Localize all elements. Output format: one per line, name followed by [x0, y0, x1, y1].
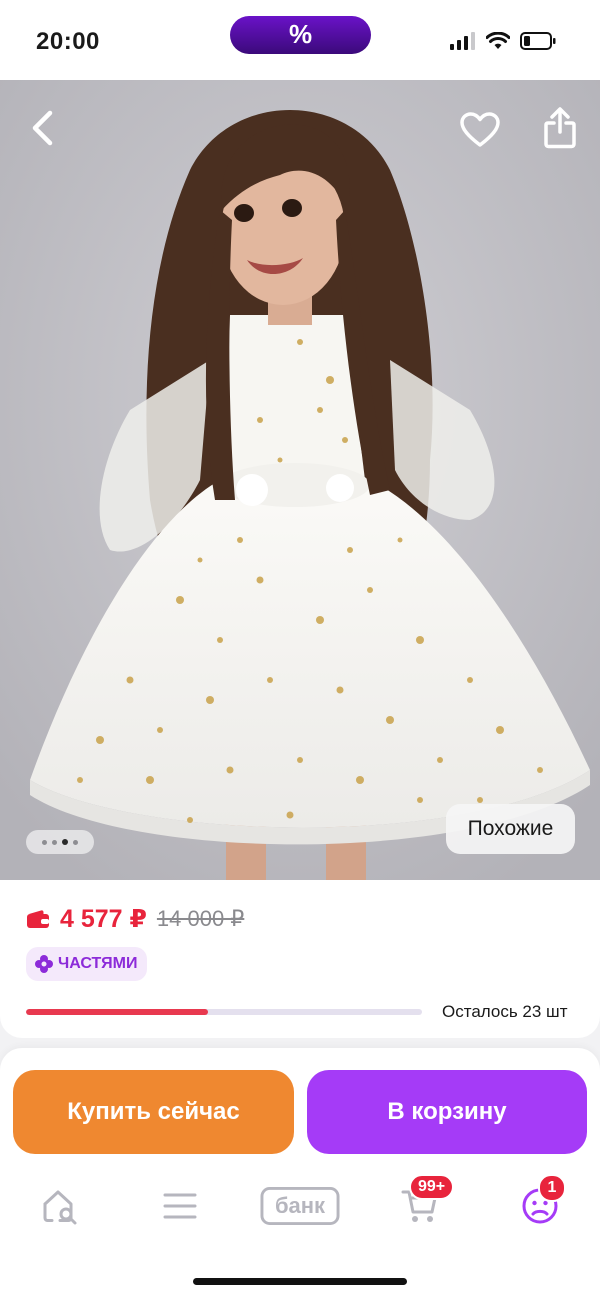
profile-notification-badge: 1 — [538, 1174, 566, 1202]
tab-cart[interactable]: 99+ — [380, 1174, 460, 1236]
product-gallery[interactable]: Похожие — [0, 80, 600, 880]
carousel-dot — [73, 839, 78, 845]
status-time: 20:00 — [36, 28, 100, 55]
bottom-action-panel: Купить сейчас В корзину банк 99+ 1 — [0, 1048, 600, 1298]
tab-profile[interactable]: 1 — [500, 1174, 580, 1236]
back-button[interactable] — [22, 108, 62, 148]
share-button[interactable] — [538, 104, 582, 152]
wifi-icon — [486, 32, 510, 49]
product-info-card: 4 577 ₽ 14 000 ₽ ЧАСТЯМИ Осталось 23 шт — [0, 880, 600, 1038]
tab-bank[interactable]: банк — [260, 1176, 340, 1236]
chevron-left-icon — [32, 110, 53, 146]
tab-bar: банк 99+ 1 — [0, 1174, 600, 1236]
stock-remaining-label: Осталось 23 шт — [442, 1002, 568, 1021]
stock-progress-fill — [26, 1009, 209, 1015]
cart-count-badge: 99+ — [409, 1174, 455, 1200]
carousel-indicator — [26, 830, 94, 854]
carousel-dot — [42, 839, 47, 845]
menu-icon — [163, 1193, 197, 1219]
current-price: 4 577 ₽ — [60, 905, 147, 933]
share-icon — [544, 107, 576, 149]
battery-icon — [520, 32, 556, 50]
old-price: 14 000 ₽ — [156, 906, 245, 931]
signal-icon — [450, 32, 475, 50]
buy-now-button[interactable]: Купить сейчас — [13, 1070, 294, 1154]
tab-home[interactable] — [20, 1176, 100, 1236]
flower-icon — [35, 955, 53, 973]
favorite-button[interactable] — [458, 108, 502, 152]
price-row: 4 577 ₽ 14 000 ₽ — [26, 904, 244, 934]
heart-icon — [460, 112, 500, 147]
tab-bank-label: банк — [274, 1193, 326, 1218]
tab-catalog[interactable] — [140, 1176, 220, 1236]
carousel-dot — [62, 839, 68, 845]
carousel-dot — [52, 839, 57, 845]
home-search-icon — [43, 1190, 77, 1225]
installments-label: ЧАСТЯМИ — [58, 955, 138, 972]
home-indicator — [193, 1278, 407, 1285]
add-to-cart-button[interactable]: В корзину — [307, 1070, 587, 1154]
promo-badge[interactable]: % — [230, 16, 371, 54]
installments-badge[interactable]: ЧАСТЯМИ — [26, 947, 148, 981]
similar-button[interactable]: Похожие — [446, 804, 575, 854]
stock-progress-bar — [26, 1009, 422, 1015]
status-bar: 20:00 % — [0, 0, 600, 80]
product-photo — [0, 80, 600, 880]
wallet-icon — [27, 910, 49, 928]
status-icons — [450, 32, 556, 50]
